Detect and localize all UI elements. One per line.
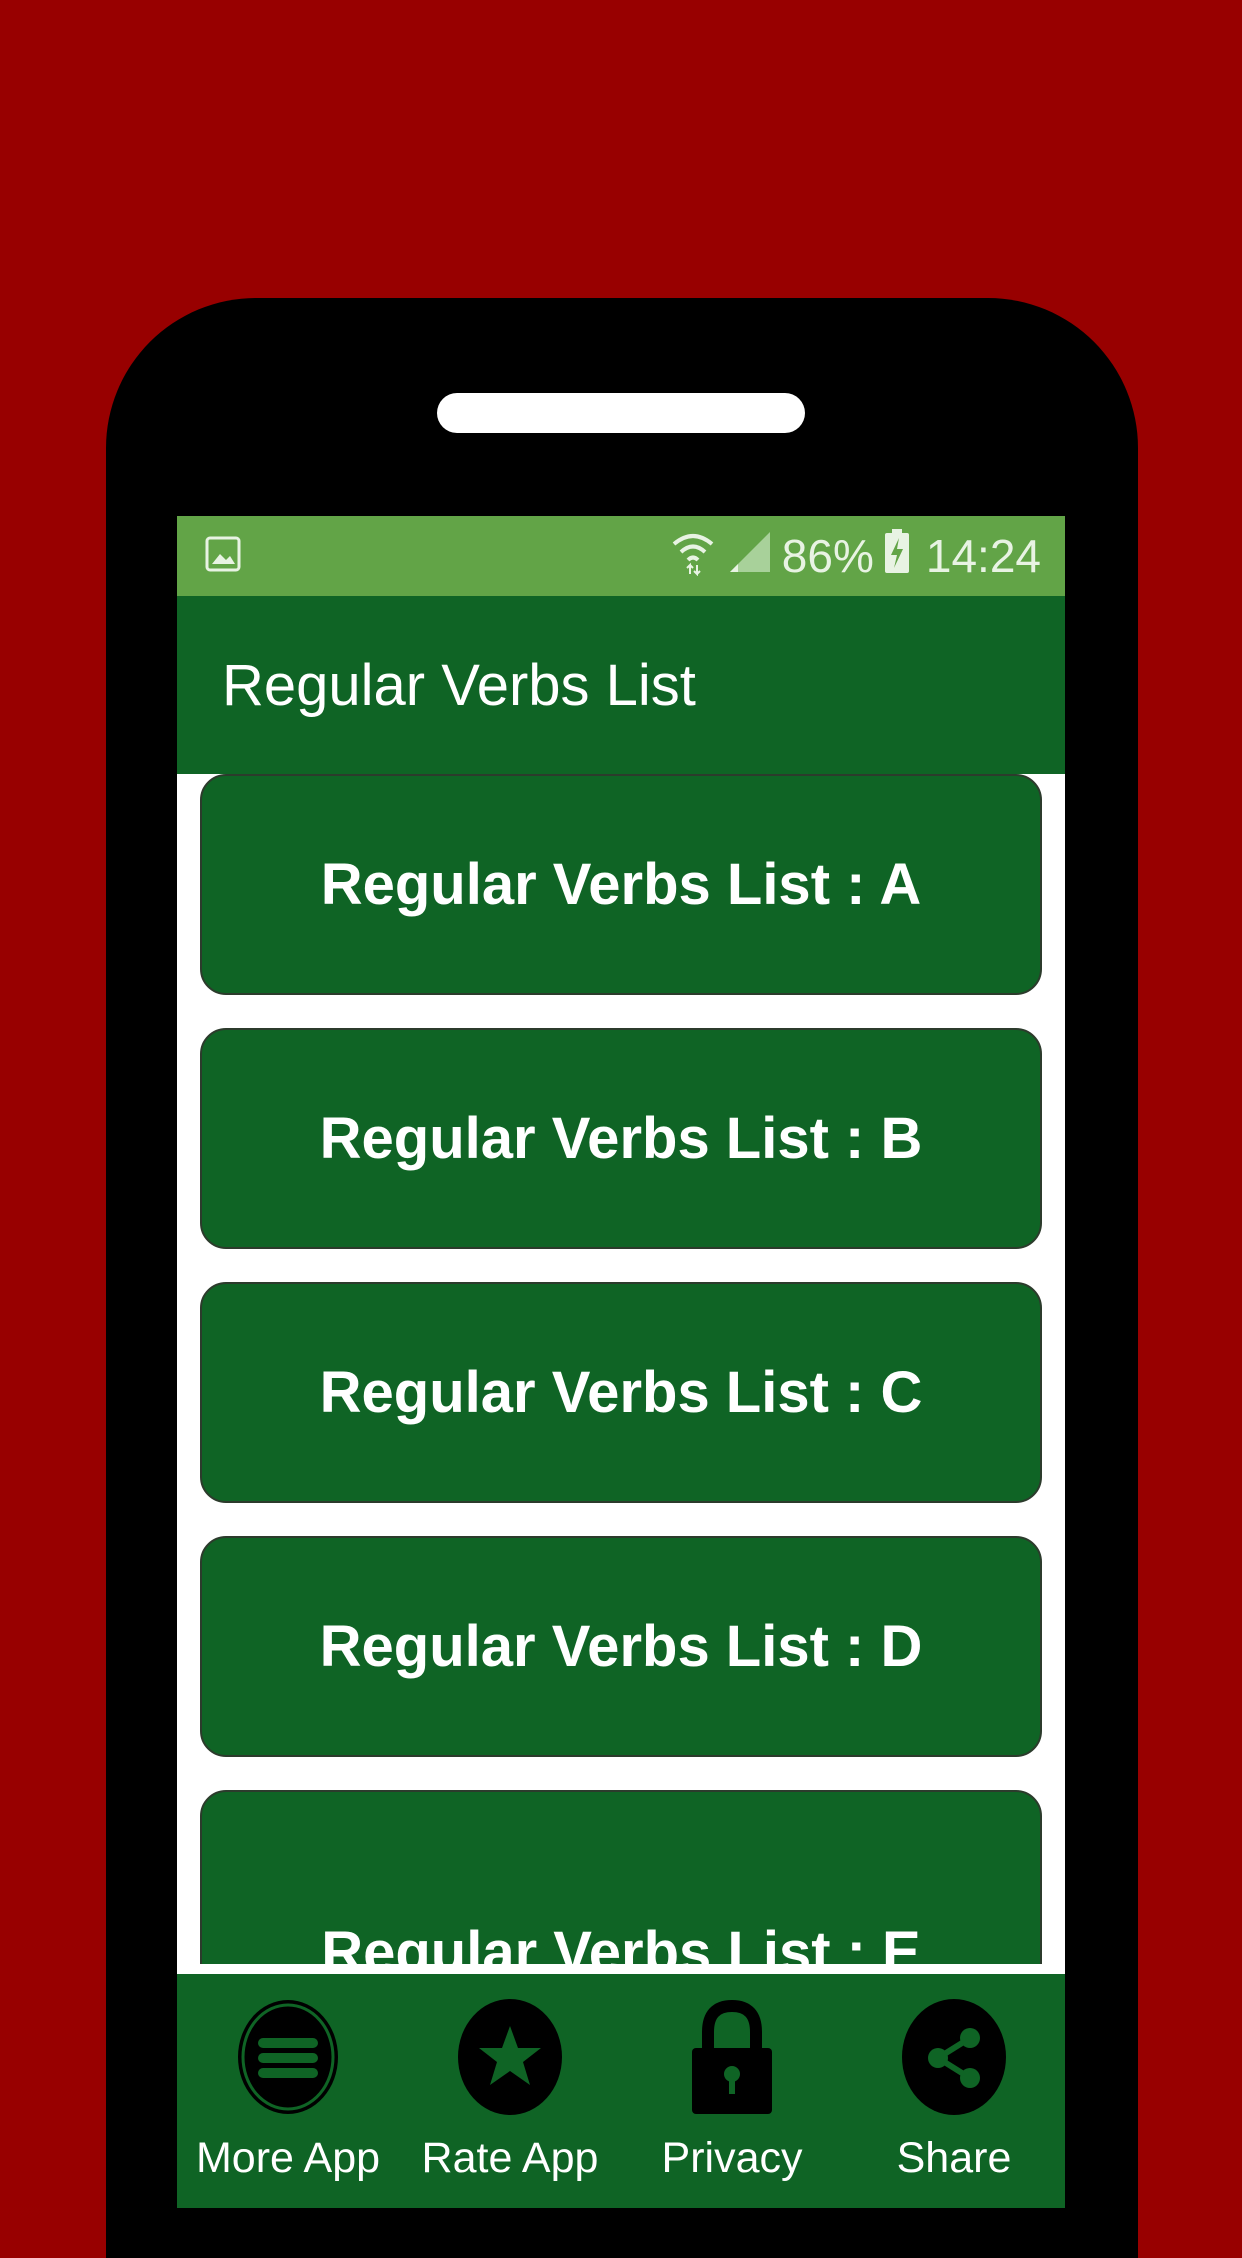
share-label: Share (896, 2134, 1012, 2182)
share-button[interactable]: Share (843, 1974, 1065, 2208)
gallery-notification-icon (205, 529, 241, 583)
wifi-icon (670, 526, 716, 587)
more-app-button[interactable]: More App (177, 1974, 399, 2208)
clock: 14:24 (925, 530, 1041, 582)
list-item-d[interactable]: Regular Verbs List : D (200, 1536, 1042, 1757)
app-bar: Regular Verbs List (177, 596, 1065, 774)
list-item-label: Regular Verbs List : E (321, 1920, 921, 1964)
rate-app-label: Rate App (421, 2134, 599, 2182)
list-item-a[interactable]: Regular Verbs List : A (200, 774, 1042, 995)
list-item-e[interactable]: Regular Verbs List : E (200, 1790, 1042, 1964)
battery-level: 86% (781, 530, 874, 582)
phone-speaker (437, 393, 805, 433)
star-icon (456, 1998, 564, 2116)
rate-app-button[interactable]: Rate App (399, 1974, 621, 2208)
more-app-label: More App (195, 2134, 381, 2182)
lock-icon (678, 1998, 786, 2116)
bottom-navigation: More App Rate App Privacy Share (177, 1974, 1065, 2208)
privacy-label: Privacy (661, 2134, 803, 2182)
list-item-label: Regular Verbs List : B (319, 1106, 923, 1171)
list-item-label: Regular Verbs List : C (319, 1360, 923, 1425)
app-screen: 86% 14:24 Regular Verbs List Regular Ver… (177, 516, 1065, 2208)
battery-charging-icon (884, 528, 910, 584)
status-bar: 86% 14:24 (177, 516, 1065, 596)
signal-icon (726, 528, 772, 585)
list-item-label: Regular Verbs List : A (320, 852, 922, 917)
page-title: Regular Verbs List (222, 652, 696, 718)
list-item-label: Regular Verbs List : D (319, 1614, 923, 1679)
share-icon (900, 1998, 1008, 2116)
menu-icon (234, 1998, 342, 2116)
privacy-button[interactable]: Privacy (621, 1974, 843, 2208)
verbs-list[interactable]: Regular Verbs List : A Regular Verbs Lis… (177, 774, 1065, 1964)
list-item-b[interactable]: Regular Verbs List : B (200, 1028, 1042, 1249)
list-item-c[interactable]: Regular Verbs List : C (200, 1282, 1042, 1503)
